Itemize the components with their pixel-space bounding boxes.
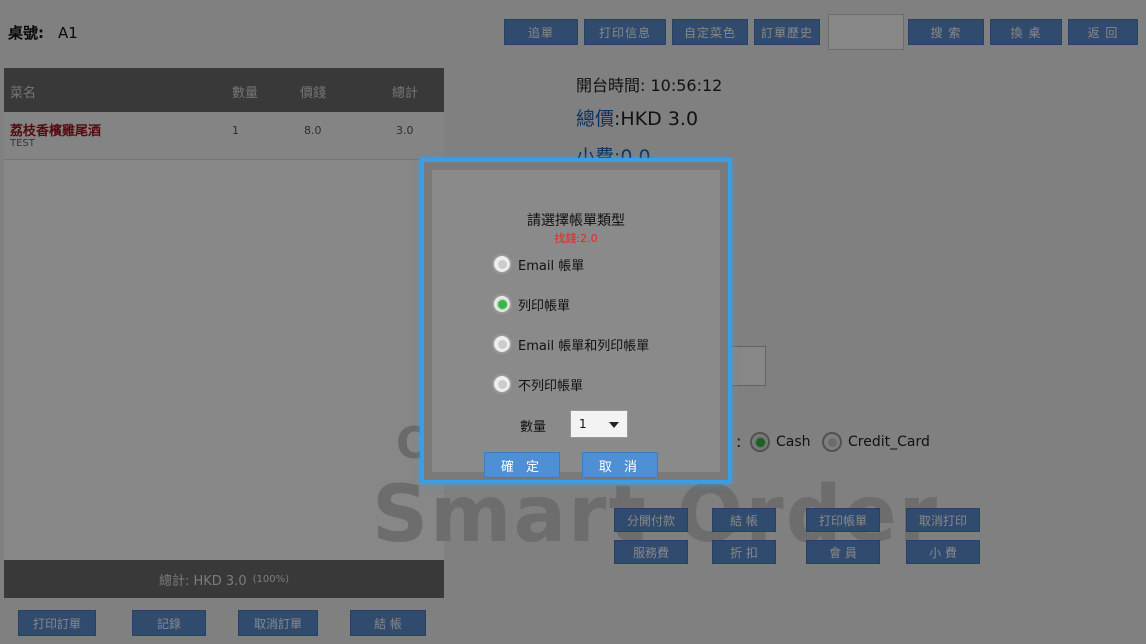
option-email-and-print-bill[interactable]: Email 帳單和列印帳單	[492, 334, 649, 354]
confirm-button[interactable]: 確 定	[484, 452, 560, 478]
option-label: Email 帳單	[518, 258, 585, 274]
dialog-title: 請選擇帳單類型	[527, 213, 625, 229]
radio-unselected-icon[interactable]	[492, 334, 512, 354]
option-label: Email 帳單和列印帳單	[518, 338, 650, 354]
radio-unselected-icon[interactable]	[492, 254, 512, 274]
radio-unselected-icon[interactable]	[492, 374, 512, 394]
cancel-button[interactable]: 取 消	[582, 452, 658, 478]
quantity-value: 1	[579, 417, 587, 431]
dropdown-arrow-icon	[609, 422, 619, 428]
radio-selected-icon[interactable]	[492, 294, 512, 314]
quantity-select[interactable]: 1	[570, 410, 628, 438]
option-label: 不列印帳單	[518, 378, 584, 394]
bill-type-dialog: 請選擇帳單類型 找錢:2.0 Email 帳單 列印帳單 Email 帳單和列印…	[420, 158, 732, 484]
option-label: 列印帳單	[518, 298, 571, 314]
quantity-label: 數量	[520, 420, 547, 435]
option-email-bill[interactable]: Email 帳單	[492, 254, 584, 274]
option-print-bill[interactable]: 列印帳單	[492, 294, 570, 314]
dialog-body: 請選擇帳單類型 找錢:2.0 Email 帳單 列印帳單 Email 帳單和列印…	[432, 170, 720, 478]
option-no-print[interactable]: 不列印帳單	[492, 374, 583, 394]
change-amount: 找錢:2.0	[554, 232, 598, 245]
pos-app: 桌號: A1 追單 打印信息 自定菜色 訂單歷史 搜 索 換 桌 返 回 菜名 數…	[0, 0, 1146, 644]
